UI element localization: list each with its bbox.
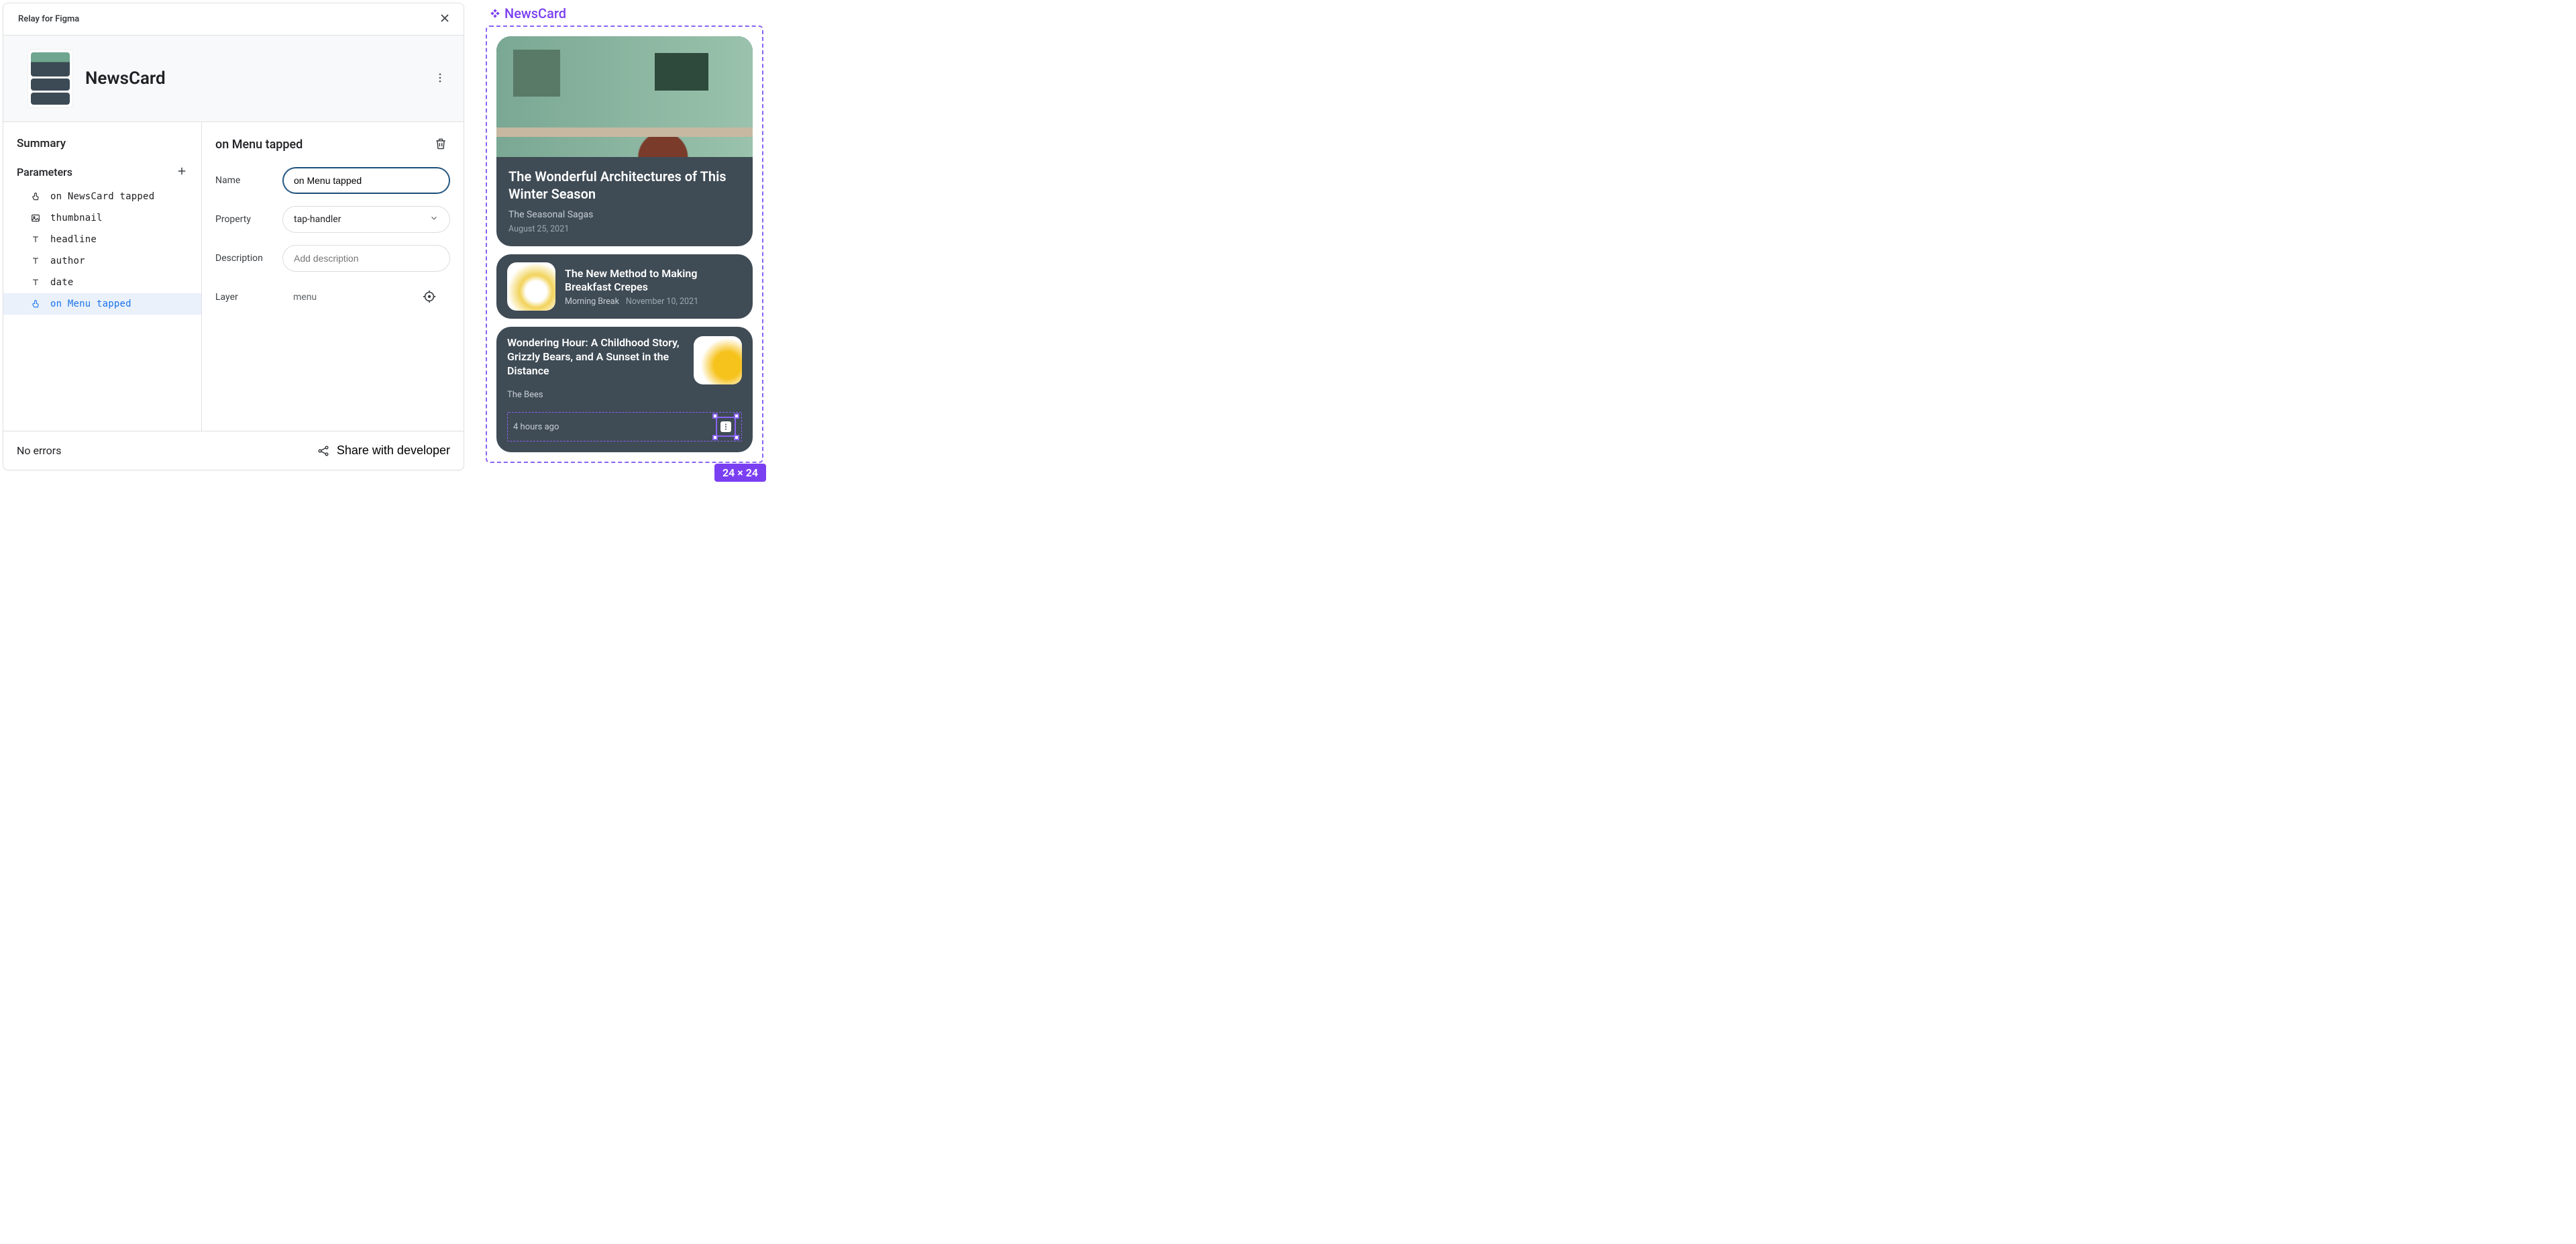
selection-size-badge: 24 × 24 (714, 464, 766, 482)
share-label: Share with developer (337, 444, 450, 458)
chevron-down-icon (429, 213, 439, 225)
component-title: NewsCard (85, 68, 166, 89)
name-input-wrapper[interactable] (282, 167, 450, 194)
text-icon (30, 277, 41, 288)
hero-image (496, 36, 753, 157)
param-item-on-newscard-tapped[interactable]: on NewsCard tapped (3, 186, 201, 207)
row-author: Morning Break (565, 297, 619, 307)
component-header: NewsCard (3, 36, 464, 122)
error-status: No errors (17, 444, 61, 457)
param-label: headline (50, 234, 97, 245)
selection-box[interactable]: 4 hours ago (507, 412, 742, 442)
figma-canvas: NewsCard The Wonderful Architectures of … (486, 3, 763, 463)
property-value: tap-handler (294, 214, 341, 225)
newscard-col[interactable]: Wondering Hour: A Childhood Story, Grizz… (496, 327, 753, 452)
text-icon (30, 234, 41, 245)
text-icon (30, 256, 41, 266)
component-menu-button[interactable] (430, 68, 450, 90)
col-author: The Bees (507, 390, 742, 400)
layer-value-row: menu (282, 284, 450, 311)
param-item-headline[interactable]: headline (3, 229, 201, 250)
plugin-brand: Relay for Figma (13, 14, 79, 24)
frame-name: NewsCard (504, 5, 566, 21)
component-thumbnail (28, 49, 73, 108)
row-headline: The New Method to Making Breakfast Crepe… (565, 267, 742, 294)
row-thumbnail (507, 262, 555, 311)
description-input[interactable] (282, 245, 450, 272)
name-label: Name (215, 175, 272, 186)
description-label: Description (215, 253, 272, 264)
param-label: on Menu tapped (50, 299, 131, 309)
description-field[interactable] (294, 253, 439, 264)
col-headline: Wondering Hour: A Childhood Story, Grizz… (507, 336, 684, 378)
property-label: Property (215, 214, 272, 225)
plugin-footer: No errors Share with developer (3, 431, 464, 470)
plugin-header: Relay for Figma (3, 3, 464, 36)
frame-label[interactable]: NewsCard (490, 5, 763, 21)
col-thumbnail (694, 336, 742, 384)
image-icon (30, 213, 41, 223)
add-parameter-button[interactable] (173, 162, 191, 182)
param-item-date[interactable]: date (3, 272, 201, 293)
param-label: date (50, 277, 74, 288)
param-label: thumbnail (50, 213, 103, 223)
row-date: November 10, 2021 (626, 297, 698, 307)
share-button[interactable]: Share with developer (317, 444, 450, 458)
sidebar: Summary Parameters on NewsCard tapped thu… (3, 122, 202, 431)
relay-plugin-panel: Relay for Figma NewsCard Summary Paramet (3, 3, 464, 470)
selected-menu-icon[interactable] (716, 417, 736, 437)
delete-parameter-button[interactable] (431, 134, 450, 155)
close-button[interactable] (435, 9, 454, 30)
name-input[interactable] (294, 175, 439, 186)
col-date: 4 hours ago (513, 422, 559, 432)
hero-date: August 25, 2021 (508, 224, 741, 234)
frame-outline[interactable]: The Wonderful Architectures of This Wint… (486, 25, 763, 463)
param-label: on NewsCard tapped (50, 191, 154, 202)
plugin-brand-label: Relay for Figma (18, 14, 79, 24)
target-layer-button[interactable] (419, 287, 439, 309)
newscard-row[interactable]: The New Method to Making Breakfast Crepe… (496, 254, 753, 319)
param-item-author[interactable]: author (3, 250, 201, 272)
parameter-list: on NewsCard tapped thumbnail headline autho… (3, 186, 201, 315)
layer-value: menu (293, 292, 317, 303)
newscard-hero[interactable]: The Wonderful Architectures of This Wint… (496, 36, 753, 246)
param-item-thumbnail[interactable]: thumbnail (3, 207, 201, 229)
summary-heading: Summary (3, 134, 201, 162)
hero-headline: The Wonderful Architectures of This Wint… (508, 168, 741, 203)
tap-icon (30, 191, 41, 202)
tap-icon (30, 299, 41, 309)
component-icon (490, 8, 500, 19)
layer-label: Layer (215, 292, 272, 303)
property-select[interactable]: tap-handler (282, 206, 450, 233)
hero-author: The Seasonal Sagas (508, 209, 741, 220)
param-label: author (50, 256, 85, 266)
detail-title: on Menu tapped (215, 138, 303, 152)
param-item-on-menu-tapped[interactable]: on Menu tapped (3, 293, 201, 315)
kebab-icon (720, 421, 731, 432)
parameters-heading: Parameters (17, 166, 72, 178)
detail-pane: on Menu tapped Name Property tap-handler (202, 122, 464, 431)
